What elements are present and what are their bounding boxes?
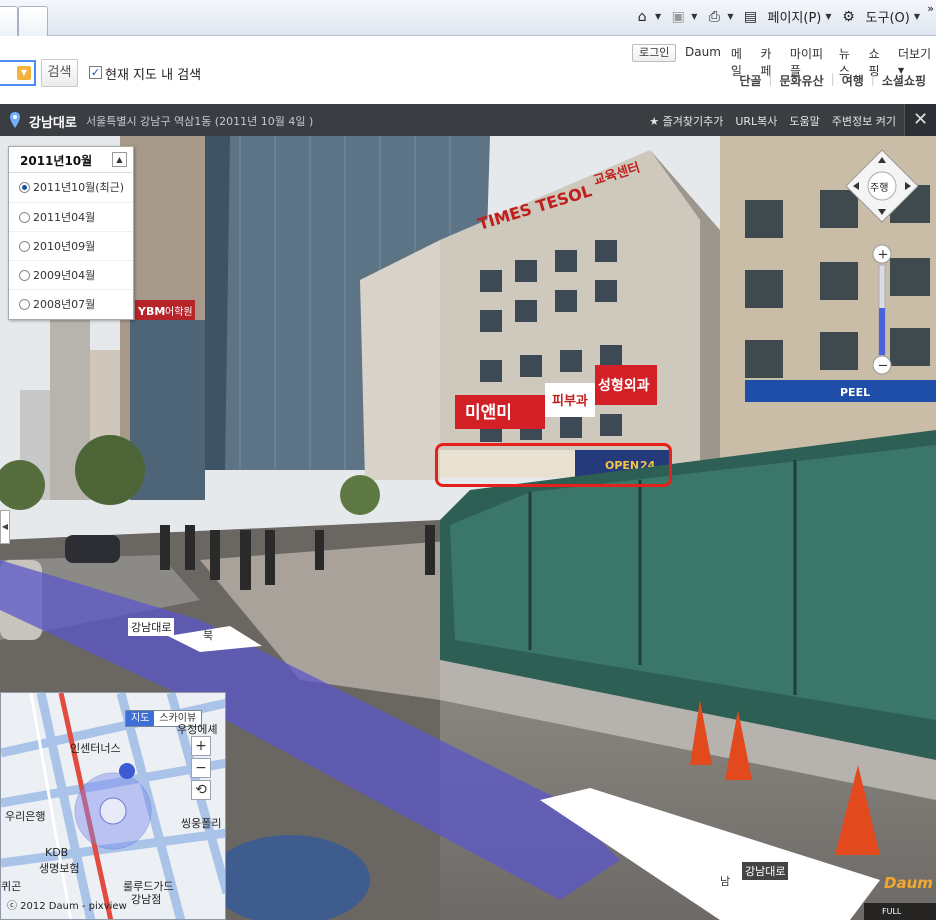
zoom-slider-graphic: + − bbox=[872, 244, 892, 375]
date-option[interactable]: 2008년07월 bbox=[9, 289, 133, 318]
zoom-slider[interactable]: + − bbox=[871, 243, 893, 379]
radio-icon[interactable] bbox=[19, 299, 30, 310]
svg-text:+: + bbox=[878, 248, 889, 263]
date-option-label: 2011년04월 bbox=[33, 211, 96, 224]
roadview-title: 강남대로 bbox=[29, 116, 77, 131]
roadview-address: 서울특별시 강남구 역삼1동 (2011년 10월 4일 ) bbox=[86, 115, 314, 128]
radio-icon[interactable] bbox=[19, 212, 30, 223]
search-input[interactable]: ▼ bbox=[0, 60, 36, 86]
map-label: KDB bbox=[45, 846, 69, 859]
highlight-box bbox=[435, 443, 672, 487]
date-option-label: 2008년07월 bbox=[33, 298, 96, 311]
new-tab-button[interactable] bbox=[18, 6, 48, 36]
top-nav-daum[interactable]: Daum bbox=[685, 45, 721, 79]
browser-tab[interactable] bbox=[0, 6, 18, 36]
daum-logo: Daum bbox=[884, 874, 933, 892]
map-search-checkbox[interactable]: ✓ bbox=[89, 66, 102, 79]
direction-south: 남 bbox=[720, 875, 731, 888]
help-link[interactable]: 도움말 bbox=[789, 113, 819, 129]
mini-map[interactable]: 지도 스카이뷰 + − ⟲ 인센터너스 우리은행 KDB 생명보험 씽웅폴리 우… bbox=[0, 692, 226, 920]
fullscreen-button[interactable]: FULL SCREEN bbox=[864, 903, 936, 920]
zoom-out-button[interactable]: − bbox=[191, 758, 211, 778]
date-option[interactable]: 2011년04월 bbox=[9, 202, 133, 231]
map-label: 우정에셰 bbox=[177, 723, 218, 736]
browser-toolbar: ⌂ ▼ ▣ ▼ ⎙ ▼ ▤ 페이지(P) ▼ ⚙ 도구(O) ▼ » bbox=[0, 0, 936, 36]
sub-nav-social-shopping[interactable]: 소셜쇼핑 bbox=[882, 72, 926, 89]
date-option[interactable]: 2009년04월 bbox=[9, 260, 133, 289]
zoom-in-button[interactable]: + bbox=[191, 736, 211, 756]
map-label: 인센터너스 bbox=[70, 742, 121, 755]
radio-selected-icon[interactable] bbox=[19, 182, 30, 193]
chevron-down-icon[interactable]: ▼ bbox=[914, 12, 920, 21]
chevron-down-icon[interactable]: ▼ bbox=[17, 66, 31, 80]
panel-collapse-handle[interactable]: ◀ bbox=[0, 510, 10, 544]
radio-icon[interactable] bbox=[19, 270, 30, 281]
map-search-checkbox-label: 현재 지도 내 검색 bbox=[105, 68, 202, 83]
date-option-label: 2010년09월 bbox=[33, 240, 96, 253]
reset-icon[interactable]: ⟲ bbox=[191, 780, 211, 800]
map-label: 퀴곤 bbox=[1, 880, 22, 893]
sign-ybm: YBM bbox=[137, 305, 165, 318]
date-option-label: 2011년10월(최근) bbox=[33, 181, 125, 194]
page-menu[interactable]: 페이지(P) bbox=[768, 7, 822, 26]
sign-ybm-kr: 어학원 bbox=[165, 306, 193, 318]
page-header: ▼ 검색 ✓ 현재 지도 내 검색 로그인 Daum 메일 카페 마이피플 뉴스… bbox=[0, 37, 936, 104]
sign-mianmi: 미앤미 bbox=[465, 403, 512, 423]
road-label-north[interactable]: 강남대로 bbox=[128, 618, 175, 636]
sub-nav-travel[interactable]: 여행 bbox=[842, 72, 864, 89]
star-icon: ★ bbox=[649, 115, 660, 128]
chevron-down-icon[interactable]: ▼ bbox=[727, 12, 733, 21]
sign-derm: 피부과 bbox=[552, 394, 588, 409]
sub-nav: 단골 | 문화유산 | 여행 | 소셜쇼핑 bbox=[739, 72, 926, 89]
tab-map[interactable]: 지도 bbox=[126, 711, 155, 726]
navigation-control[interactable]: 주행 bbox=[844, 148, 920, 224]
chevron-down-icon[interactable]: ▼ bbox=[691, 12, 697, 21]
toolbar-overflow-button[interactable]: » bbox=[927, 2, 934, 15]
tools-menu[interactable]: 도구(O) bbox=[866, 7, 910, 26]
search-button[interactable]: 검색 bbox=[41, 59, 78, 87]
date-panel-header[interactable]: 2011년10월 ▲ bbox=[9, 147, 133, 173]
chevron-down-icon[interactable]: ▼ bbox=[655, 12, 661, 21]
date-panel-title: 2011년10월 bbox=[20, 154, 93, 168]
chevron-down-icon[interactable]: ▼ bbox=[825, 12, 831, 21]
add-favorite-link[interactable]: ★ 즐겨찾기추가 bbox=[649, 113, 723, 129]
date-selector-panel: 2011년10월 ▲ 2011년10월(최근) 2011년04월 2010년09… bbox=[8, 146, 134, 320]
roadview-title-bar: 강남대로 서울특별시 강남구 역삼1동 (2011년 10월 4일 ) ★ 즐겨… bbox=[0, 104, 936, 136]
location-pin-icon bbox=[10, 112, 20, 128]
radio-icon[interactable] bbox=[19, 241, 30, 252]
map-copyright: ⓒ 2012 Daum - pixview bbox=[7, 901, 127, 912]
date-option[interactable]: 2011년10월(최근) bbox=[9, 173, 133, 202]
mini-map-zoom: + − ⟲ bbox=[191, 736, 211, 802]
map-label: 생명보험 bbox=[39, 862, 80, 875]
sign-peel: PEEL bbox=[840, 386, 870, 399]
map-label: 우리은행 bbox=[5, 810, 46, 823]
map-label: 씽웅폴리 bbox=[181, 817, 222, 830]
chevron-up-icon[interactable]: ▲ bbox=[112, 152, 127, 167]
sub-nav-heritage[interactable]: 문화유산 bbox=[779, 72, 823, 89]
sub-nav-regular[interactable]: 단골 bbox=[739, 72, 761, 89]
drive-button[interactable]: 주행 bbox=[870, 179, 888, 194]
date-option-label: 2009년04월 bbox=[33, 269, 96, 282]
svg-text:−: − bbox=[878, 359, 889, 374]
date-option[interactable]: 2010년09월 bbox=[9, 231, 133, 260]
nearby-info-toggle[interactable]: 주변정보 켜기 bbox=[832, 113, 896, 129]
sign-plastic: 성형외과 bbox=[598, 377, 650, 394]
direction-north: 북 bbox=[203, 629, 214, 642]
map-label: 강남점 bbox=[131, 893, 162, 906]
close-icon[interactable]: ✕ bbox=[904, 104, 936, 136]
login-button[interactable]: 로그인 bbox=[632, 44, 677, 62]
copy-url-link[interactable]: URL복사 bbox=[735, 113, 777, 129]
home-icon[interactable]: ⌂ bbox=[633, 9, 651, 25]
print-icon[interactable]: ⎙ bbox=[705, 9, 723, 25]
feed-icon[interactable]: ▣ bbox=[669, 9, 687, 25]
road-label-south[interactable]: 강남대로 bbox=[742, 862, 789, 880]
page-icon: ▤ bbox=[743, 8, 758, 25]
gear-icon: ⚙ bbox=[842, 8, 855, 25]
